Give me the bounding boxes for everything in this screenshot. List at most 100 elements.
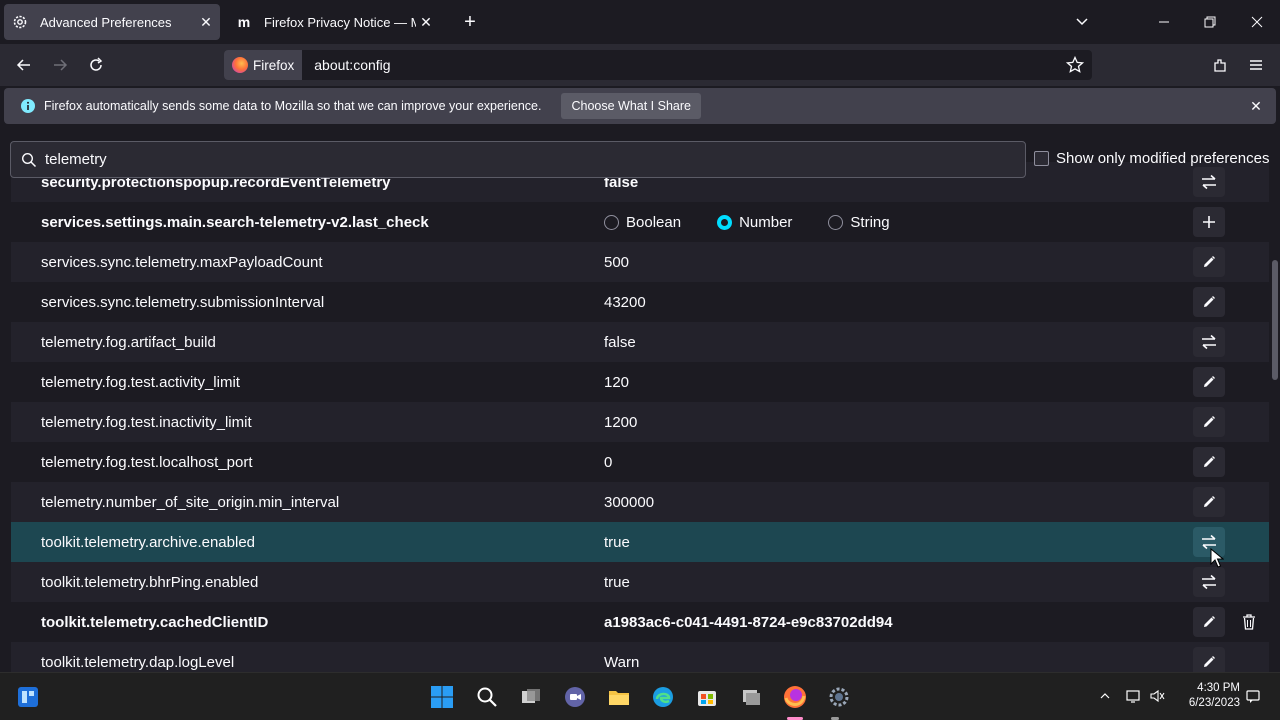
pencil-icon <box>1202 655 1216 669</box>
volume-icon[interactable] <box>1148 687 1166 705</box>
pref-value: 0 <box>604 453 613 471</box>
minimize-button[interactable] <box>1152 10 1176 34</box>
show-modified-checkbox[interactable]: Show only modified preferences <box>1034 150 1269 167</box>
navigation-bar: Firefox about:config <box>0 44 1280 86</box>
about-config-page: security.protectionspopup.recordEventTel… <box>0 128 1280 672</box>
toggle-button[interactable] <box>1193 327 1225 357</box>
edit-button[interactable] <box>1193 607 1225 637</box>
toggle-button[interactable] <box>1193 167 1225 197</box>
pencil-icon <box>1202 375 1216 389</box>
edit-button[interactable] <box>1193 247 1225 277</box>
edit-button[interactable] <box>1193 487 1225 517</box>
pref-row[interactable]: telemetry.fog.test.localhost_port 0 <box>11 442 1269 482</box>
network-icon[interactable] <box>1124 687 1142 705</box>
pref-row[interactable]: telemetry.number_of_site_origin.min_inte… <box>11 482 1269 522</box>
forward-button[interactable] <box>46 52 74 78</box>
pref-row[interactable]: services.settings.main.search-telemetry-… <box>11 202 1269 242</box>
trash-icon[interactable] <box>1239 607 1259 637</box>
reload-button[interactable] <box>82 52 110 78</box>
teams-icon[interactable] <box>561 683 589 711</box>
edit-button[interactable] <box>1193 647 1225 672</box>
pencil-icon <box>1202 295 1216 309</box>
windows-start-icon[interactable] <box>428 683 456 711</box>
restore-button[interactable] <box>1198 10 1222 34</box>
system-clock[interactable]: 4:30 PM 6/23/2023 <box>1176 681 1240 711</box>
pencil-icon <box>1202 255 1216 269</box>
pref-value: 500 <box>604 253 630 271</box>
pref-row[interactable]: services.sync.telemetry.maxPayloadCount 5… <box>11 242 1269 282</box>
radio-dot[interactable] <box>828 214 844 230</box>
pref-row[interactable]: telemetry.fog.test.inactivity_limit 1200 <box>11 402 1269 442</box>
radio-number[interactable]: Number <box>717 214 792 231</box>
tab-advanced-preferences[interactable]: Advanced Preferences ✕ <box>4 4 220 40</box>
choose-what-i-share-button[interactable]: Choose What I Share <box>561 93 701 119</box>
edit-button[interactable] <box>1193 367 1225 397</box>
new-tab-button[interactable]: + <box>458 10 482 34</box>
pencil-icon <box>1202 615 1216 629</box>
close-tab-icon[interactable]: ✕ <box>196 12 216 32</box>
chevron-up-icon[interactable] <box>1096 687 1114 705</box>
radio-dot[interactable] <box>717 214 733 230</box>
scrollbar[interactable] <box>1272 260 1278 380</box>
list-all-tabs-button[interactable] <box>1070 10 1094 34</box>
pref-row[interactable]: toolkit.telemetry.bhrPing.enabled true <box>11 562 1269 602</box>
extensions-button[interactable] <box>1206 52 1234 78</box>
pref-row[interactable]: toolkit.telemetry.dap.logLevel Warn <box>11 642 1269 672</box>
pencil-icon <box>1202 495 1216 509</box>
tab-firefox-privacy-notice[interactable]: m Firefox Privacy Notice — Mozill ✕ <box>228 4 440 40</box>
add-button[interactable] <box>1193 207 1225 237</box>
pref-row[interactable]: services.sync.telemetry.submissionInterv… <box>11 282 1269 322</box>
toggle-arrows-icon <box>1200 334 1218 350</box>
url-text[interactable]: about:config <box>314 57 390 73</box>
radio-boolean[interactable]: Boolean <box>604 214 681 231</box>
pref-name: telemetry.fog.test.inactivity_limit <box>41 413 252 431</box>
mozilla-icon: m <box>237 14 251 30</box>
search-box[interactable] <box>10 141 1026 178</box>
pencil-icon <box>1202 455 1216 469</box>
bookmark-star-icon[interactable] <box>1065 55 1085 74</box>
menu-button[interactable] <box>1242 52 1270 78</box>
back-button[interactable] <box>10 52 38 78</box>
search-icon[interactable] <box>473 683 501 711</box>
pref-name: toolkit.telemetry.cachedClientID <box>41 613 269 631</box>
edit-button[interactable] <box>1193 287 1225 317</box>
file-explorer-icon[interactable] <box>605 683 633 711</box>
search-input[interactable] <box>45 151 945 168</box>
pref-row[interactable]: telemetry.fog.artifact_build false <box>11 322 1269 362</box>
edge-icon[interactable] <box>649 683 677 711</box>
widgets-icon[interactable] <box>14 683 42 711</box>
tab-label: Firefox Privacy Notice — Mozill <box>264 14 416 30</box>
radio-label: Number <box>739 213 793 231</box>
radio-string[interactable]: String <box>828 213 890 231</box>
edit-button[interactable] <box>1193 407 1225 437</box>
pref-row[interactable]: toolkit.telemetry.archive.enabled true <box>11 522 1269 562</box>
store-icon[interactable] <box>693 683 721 711</box>
pref-name: services.sync.telemetry.submissionInterv… <box>41 293 325 311</box>
close-icon[interactable]: ✕ <box>1248 98 1264 114</box>
close-tab-icon[interactable]: ✕ <box>416 12 436 32</box>
radio-dot[interactable] <box>604 214 619 230</box>
checkbox[interactable] <box>1034 151 1049 166</box>
identity-box[interactable]: Firefox <box>224 50 303 80</box>
clock-time: 4:30 PM <box>1197 682 1240 694</box>
pref-name: telemetry.fog.test.localhost_port <box>41 453 253 471</box>
data-collection-notice: Firefox automatically sends some data to… <box>4 88 1276 124</box>
search-icon <box>21 152 37 168</box>
pref-row[interactable]: telemetry.fog.test.activity_limit 120 <box>11 362 1269 402</box>
pref-name: toolkit.telemetry.archive.enabled <box>41 533 255 551</box>
terminal-icon[interactable] <box>737 683 765 711</box>
close-window-button[interactable] <box>1245 10 1269 34</box>
edit-button[interactable] <box>1193 447 1225 477</box>
task-view-icon[interactable] <box>517 683 545 711</box>
toggle-arrows-icon <box>1200 574 1218 590</box>
pref-row[interactable]: toolkit.telemetry.cachedClientID a1983ac6… <box>11 602 1269 642</box>
radio-label: String <box>850 213 890 231</box>
settings-icon[interactable] <box>825 683 853 711</box>
firefox-icon[interactable] <box>781 683 809 711</box>
notification-icon[interactable] <box>1244 687 1262 705</box>
pref-value: Warn <box>604 653 640 671</box>
pref-name: services.settings.main.search-telemetry-… <box>41 213 429 231</box>
url-bar[interactable]: Firefox about:config <box>224 50 1092 80</box>
pref-value: 43200 <box>604 293 646 311</box>
mouse-cursor-icon <box>1210 547 1225 573</box>
